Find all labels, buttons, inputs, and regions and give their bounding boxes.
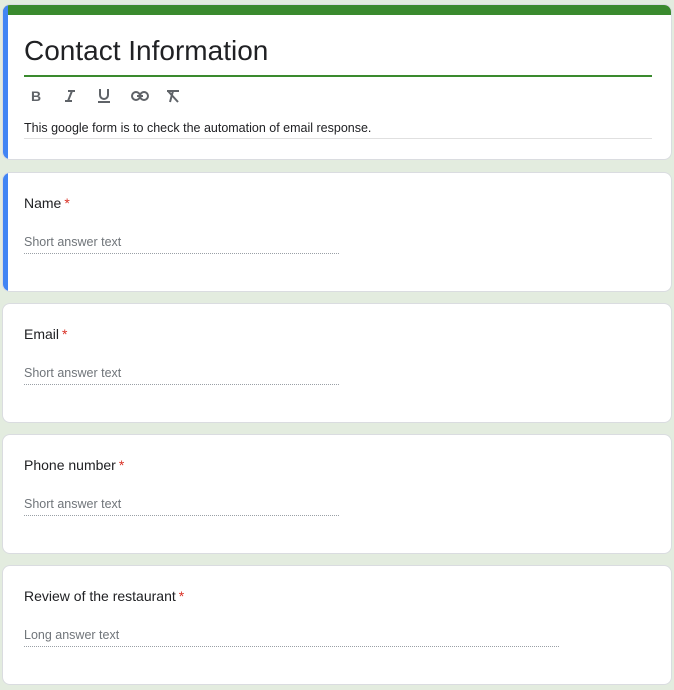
required-asterisk: * — [118, 457, 125, 473]
question-label: Email * — [24, 326, 67, 342]
long-answer-field[interactable]: Long answer text — [24, 628, 559, 647]
question-card-name[interactable]: Name * Short answer text — [2, 172, 672, 292]
text-format-toolbar: B — [29, 85, 199, 107]
short-answer-field[interactable]: Short answer text — [24, 366, 339, 385]
active-card-indicator — [3, 173, 8, 291]
clear-format-icon[interactable] — [165, 85, 199, 107]
short-answer-field[interactable]: Short answer text — [24, 497, 339, 516]
question-label: Phone number * — [24, 457, 124, 473]
question-card-email[interactable]: Email * Short answer text — [2, 303, 672, 423]
form-header-card[interactable]: Contact Information B This google form i… — [2, 4, 672, 160]
form-description-input[interactable]: This google form is to check the automat… — [24, 121, 652, 139]
theme-color-band — [3, 5, 671, 15]
question-title: Name — [24, 195, 62, 211]
question-title: Phone number — [24, 457, 116, 473]
italic-icon[interactable] — [63, 85, 97, 107]
form-title-input[interactable]: Contact Information — [24, 35, 652, 77]
question-card-phone[interactable]: Phone number * Short answer text — [2, 434, 672, 554]
question-title: Email — [24, 326, 60, 342]
question-title: Review of the restaurant — [24, 588, 176, 604]
short-answer-field[interactable]: Short answer text — [24, 235, 339, 254]
svg-text:B: B — [31, 89, 41, 103]
required-asterisk: * — [64, 195, 70, 211]
active-card-indicator — [3, 5, 8, 159]
required-asterisk: * — [62, 326, 68, 342]
question-label: Review of the restaurant * — [24, 588, 184, 604]
bold-icon[interactable]: B — [29, 85, 63, 107]
underline-icon[interactable] — [97, 85, 131, 107]
question-card-review[interactable]: Review of the restaurant * Long answer te… — [2, 565, 672, 685]
link-icon[interactable] — [131, 85, 165, 107]
question-label: Name * — [24, 195, 70, 211]
required-asterisk: * — [178, 588, 185, 604]
